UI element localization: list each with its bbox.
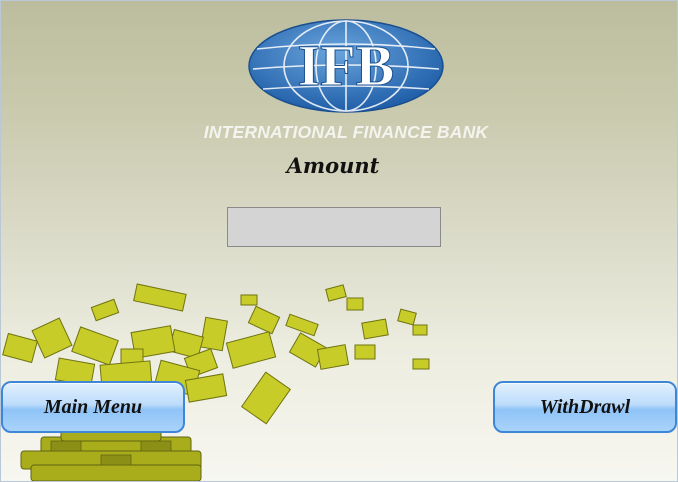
bank-name: INTERNATIONAL FINANCE BANK: [203, 122, 489, 142]
amount-label: Amount: [286, 153, 380, 178]
ifb-logo-globe-icon: IFB: [248, 19, 444, 113]
logo-text: IFB: [298, 33, 395, 98]
withdraw-button[interactable]: WithDrawl: [493, 381, 677, 433]
main-menu-button[interactable]: Main Menu: [1, 381, 185, 433]
amount-input[interactable]: [227, 207, 441, 247]
withdraw-window: IFB INTERNATIONAL FINANCE BANK Amount Ma…: [0, 0, 678, 482]
